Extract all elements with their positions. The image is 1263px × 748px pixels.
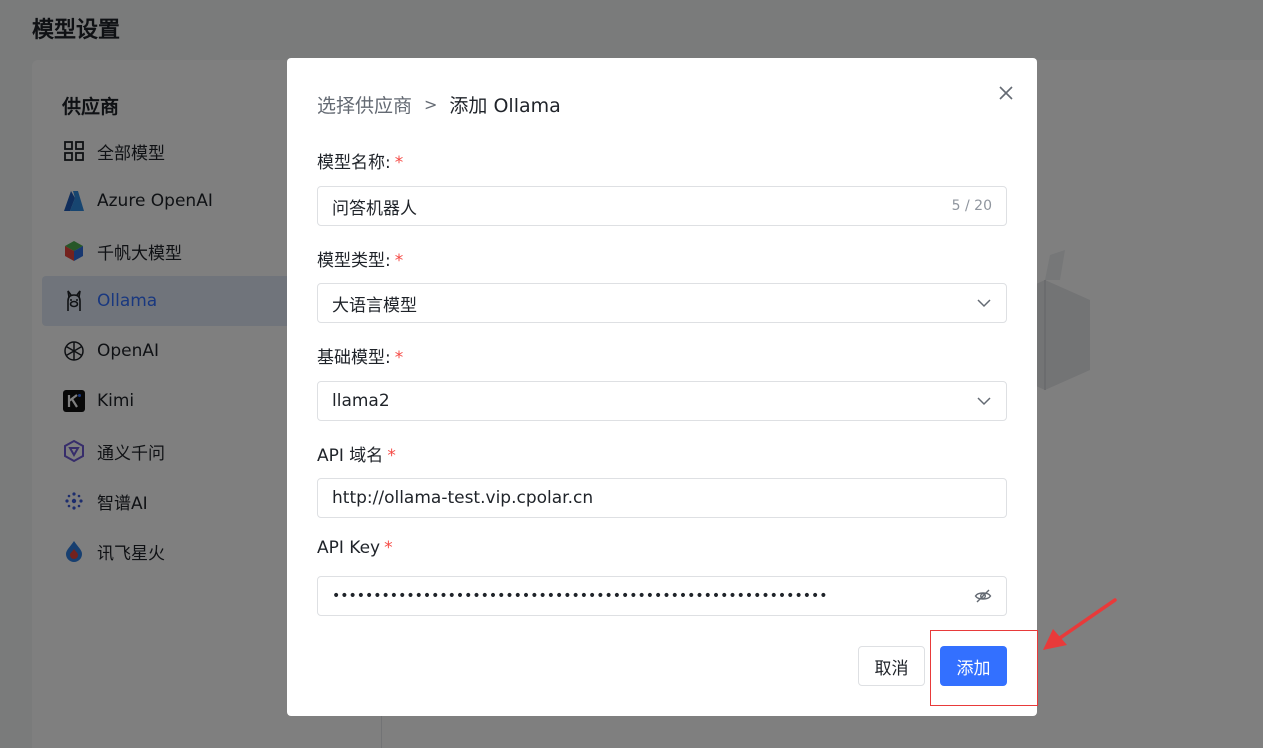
required-mark: * — [394, 348, 404, 368]
model-name-input[interactable]: 问答机器人 5 / 20 — [317, 186, 1007, 226]
model-type-select[interactable]: 大语言模型 — [317, 283, 1007, 323]
breadcrumb-current: 添加 Ollama — [449, 95, 561, 117]
annotation-arrow-icon — [1043, 598, 1117, 650]
add-model-dialog: 选择供应商 > 添加 Ollama 模型名称: * 问答机器人 5 / 20 模型… — [287, 58, 1037, 716]
model-name-value: 问答机器人 — [332, 198, 417, 219]
chevron-down-icon — [977, 299, 991, 308]
annotation-highlight-box — [930, 630, 1038, 706]
breadcrumb: 选择供应商 > 添加 Ollama — [317, 91, 561, 118]
model-type-label: 模型类型: * — [317, 251, 404, 271]
close-button[interactable] — [995, 82, 1017, 104]
chevron-down-icon — [977, 397, 991, 406]
required-mark: * — [394, 153, 404, 173]
api-domain-input[interactable]: http://ollama-test.vip.cpolar.cn — [317, 478, 1007, 518]
base-model-label: 基础模型: * — [317, 348, 404, 368]
api-key-value: ••••••••••••••••••••••••••••••••••••••••… — [332, 588, 828, 604]
required-mark: * — [384, 538, 393, 558]
model-name-label: 模型名称: * — [317, 153, 404, 173]
char-counter: 5 / 20 — [951, 198, 992, 214]
base-model-select[interactable]: llama2 — [317, 381, 1007, 421]
cancel-button[interactable]: 取消 — [858, 646, 925, 686]
api-domain-label: API 域名 * — [317, 446, 396, 466]
required-mark: * — [387, 446, 396, 466]
api-domain-value: http://ollama-test.vip.cpolar.cn — [332, 488, 594, 508]
close-icon — [999, 86, 1013, 100]
breadcrumb-select-provider[interactable]: 选择供应商 — [317, 91, 412, 118]
api-key-label: API Key * — [317, 538, 393, 558]
base-model-value: llama2 — [332, 391, 390, 411]
model-type-value: 大语言模型 — [332, 295, 417, 316]
eye-off-icon[interactable] — [974, 587, 992, 605]
required-mark: * — [394, 251, 404, 271]
api-key-input[interactable]: ••••••••••••••••••••••••••••••••••••••••… — [317, 576, 1007, 616]
breadcrumb-separator: > — [424, 95, 438, 114]
